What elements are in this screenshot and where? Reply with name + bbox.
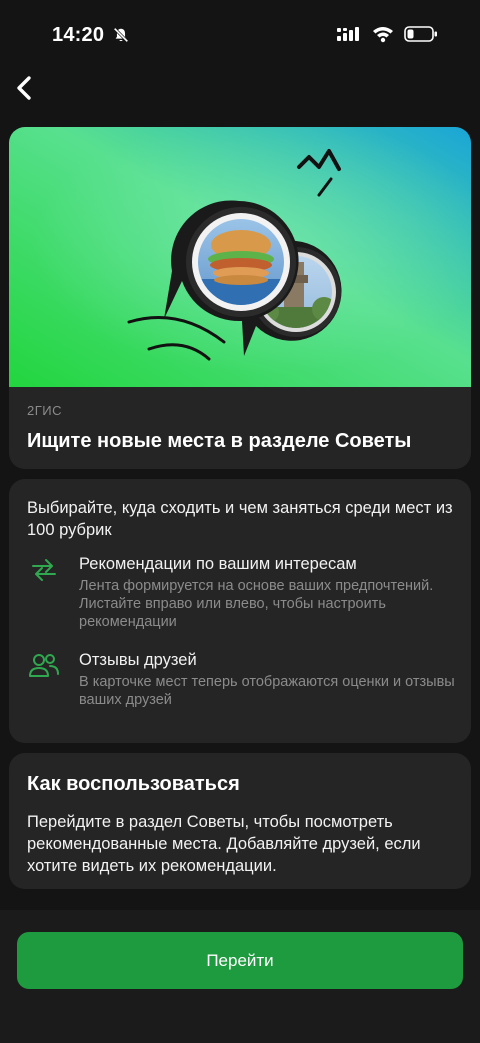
howto-title: Как воспользоваться [27,773,240,795]
bottom-action-bar: Перейти [0,910,480,1043]
hero-title: Ищите новые места в разделе Советы [27,430,412,452]
bell-slash-icon [113,27,129,43]
feature-description: Лента формируется на основе ваших предпо… [79,578,434,630]
arrows-swap-icon [32,559,56,581]
feature-description: В карточке мест теперь отображаются оцен… [79,674,455,708]
signal-icon [337,27,359,41]
status-bar: 14:20 [0,0,480,70]
info-card: Выбирайте, куда сходить и чем заняться с… [9,479,471,743]
content-area: 2ГИС Ищите новые места в разделе Советы … [0,120,480,910]
hero-illustration [9,127,471,387]
info-lead-text: Выбирайте, куда сходить и чем заняться с… [27,499,453,539]
chevron-left-icon [17,76,31,100]
howto-card: Как воспользоваться Перейдите в раздел С… [9,753,471,889]
go-button[interactable]: Перейти [17,932,463,989]
status-time: 14:20 [52,24,105,46]
go-button-label: Перейти [206,950,274,970]
back-button[interactable] [10,72,38,104]
battery-icon [404,26,437,42]
friends-icon [29,654,59,677]
wifi-icon [373,27,393,43]
hero-card: 2ГИС Ищите новые места в разделе Советы [9,127,471,469]
top-nav-bar [0,70,480,120]
hero-source-label: 2ГИС [27,403,63,418]
howto-text: Перейдите в раздел Советы, чтобы посмотр… [27,813,421,875]
feature-title: Рекомендации по вашим интересам [79,555,357,573]
status-icons [336,25,438,43]
feature-title: Отзывы друзей [79,651,197,669]
